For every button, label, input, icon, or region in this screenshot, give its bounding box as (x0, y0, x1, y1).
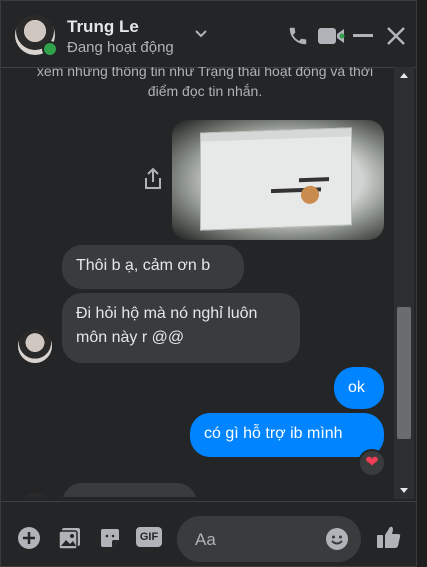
phone-icon[interactable] (287, 25, 309, 47)
message-input-wrapper (177, 516, 361, 564)
outgoing-message[interactable]: có gì hỗ trợ ib mình (190, 413, 384, 457)
contact-name[interactable]: Trung Le (67, 17, 139, 37)
sticker-icon[interactable] (98, 526, 122, 550)
share-icon[interactable] (142, 167, 164, 191)
chat-header: Trung Le Đang hoạt động (1, 1, 416, 68)
scroll-down-arrow-icon[interactable] (400, 488, 408, 493)
message-list[interactable]: xem những thông tin như Trạng thái hoạt … (1, 67, 394, 497)
chevron-down-icon[interactable] (194, 29, 208, 39)
message-composer: GIF (1, 501, 416, 566)
incoming-message-partial[interactable] (62, 483, 197, 497)
image-icon[interactable] (58, 526, 82, 550)
photo-message[interactable] (172, 120, 384, 240)
emoji-icon[interactable] (325, 527, 349, 551)
photo-content (200, 127, 352, 231)
incoming-message[interactable]: Đi hỏi hộ mà nó nghỉ luôn môn này r @@ (62, 293, 300, 363)
minimize-icon[interactable] (353, 33, 373, 39)
avatar (18, 329, 52, 363)
gif-icon[interactable]: GIF (136, 527, 162, 547)
incoming-message[interactable]: Thôi b ạ, cảm ơn b (62, 245, 244, 289)
avatar (18, 493, 52, 497)
add-icon[interactable] (17, 526, 41, 550)
active-status: Đang hoạt động (67, 39, 174, 56)
online-status-dot (42, 41, 58, 57)
outgoing-message[interactable]: ok (334, 367, 384, 409)
thumbs-up-icon[interactable] (376, 524, 402, 550)
message-input[interactable] (193, 516, 327, 564)
scroll-up-arrow-icon[interactable] (400, 73, 408, 78)
gif-label: GIF (139, 531, 159, 543)
chat-window: Trung Le Đang hoạt động xem những thông … (0, 0, 417, 567)
close-icon[interactable] (386, 26, 406, 46)
video-camera-icon[interactable] (317, 25, 347, 47)
privacy-notice: xem những thông tin như Trạng thái hoạt … (36, 67, 374, 99)
scrollbar-thumb[interactable] (397, 307, 411, 439)
scrollbar[interactable] (394, 67, 414, 499)
heart-reaction-icon[interactable]: ❤ (358, 449, 386, 477)
